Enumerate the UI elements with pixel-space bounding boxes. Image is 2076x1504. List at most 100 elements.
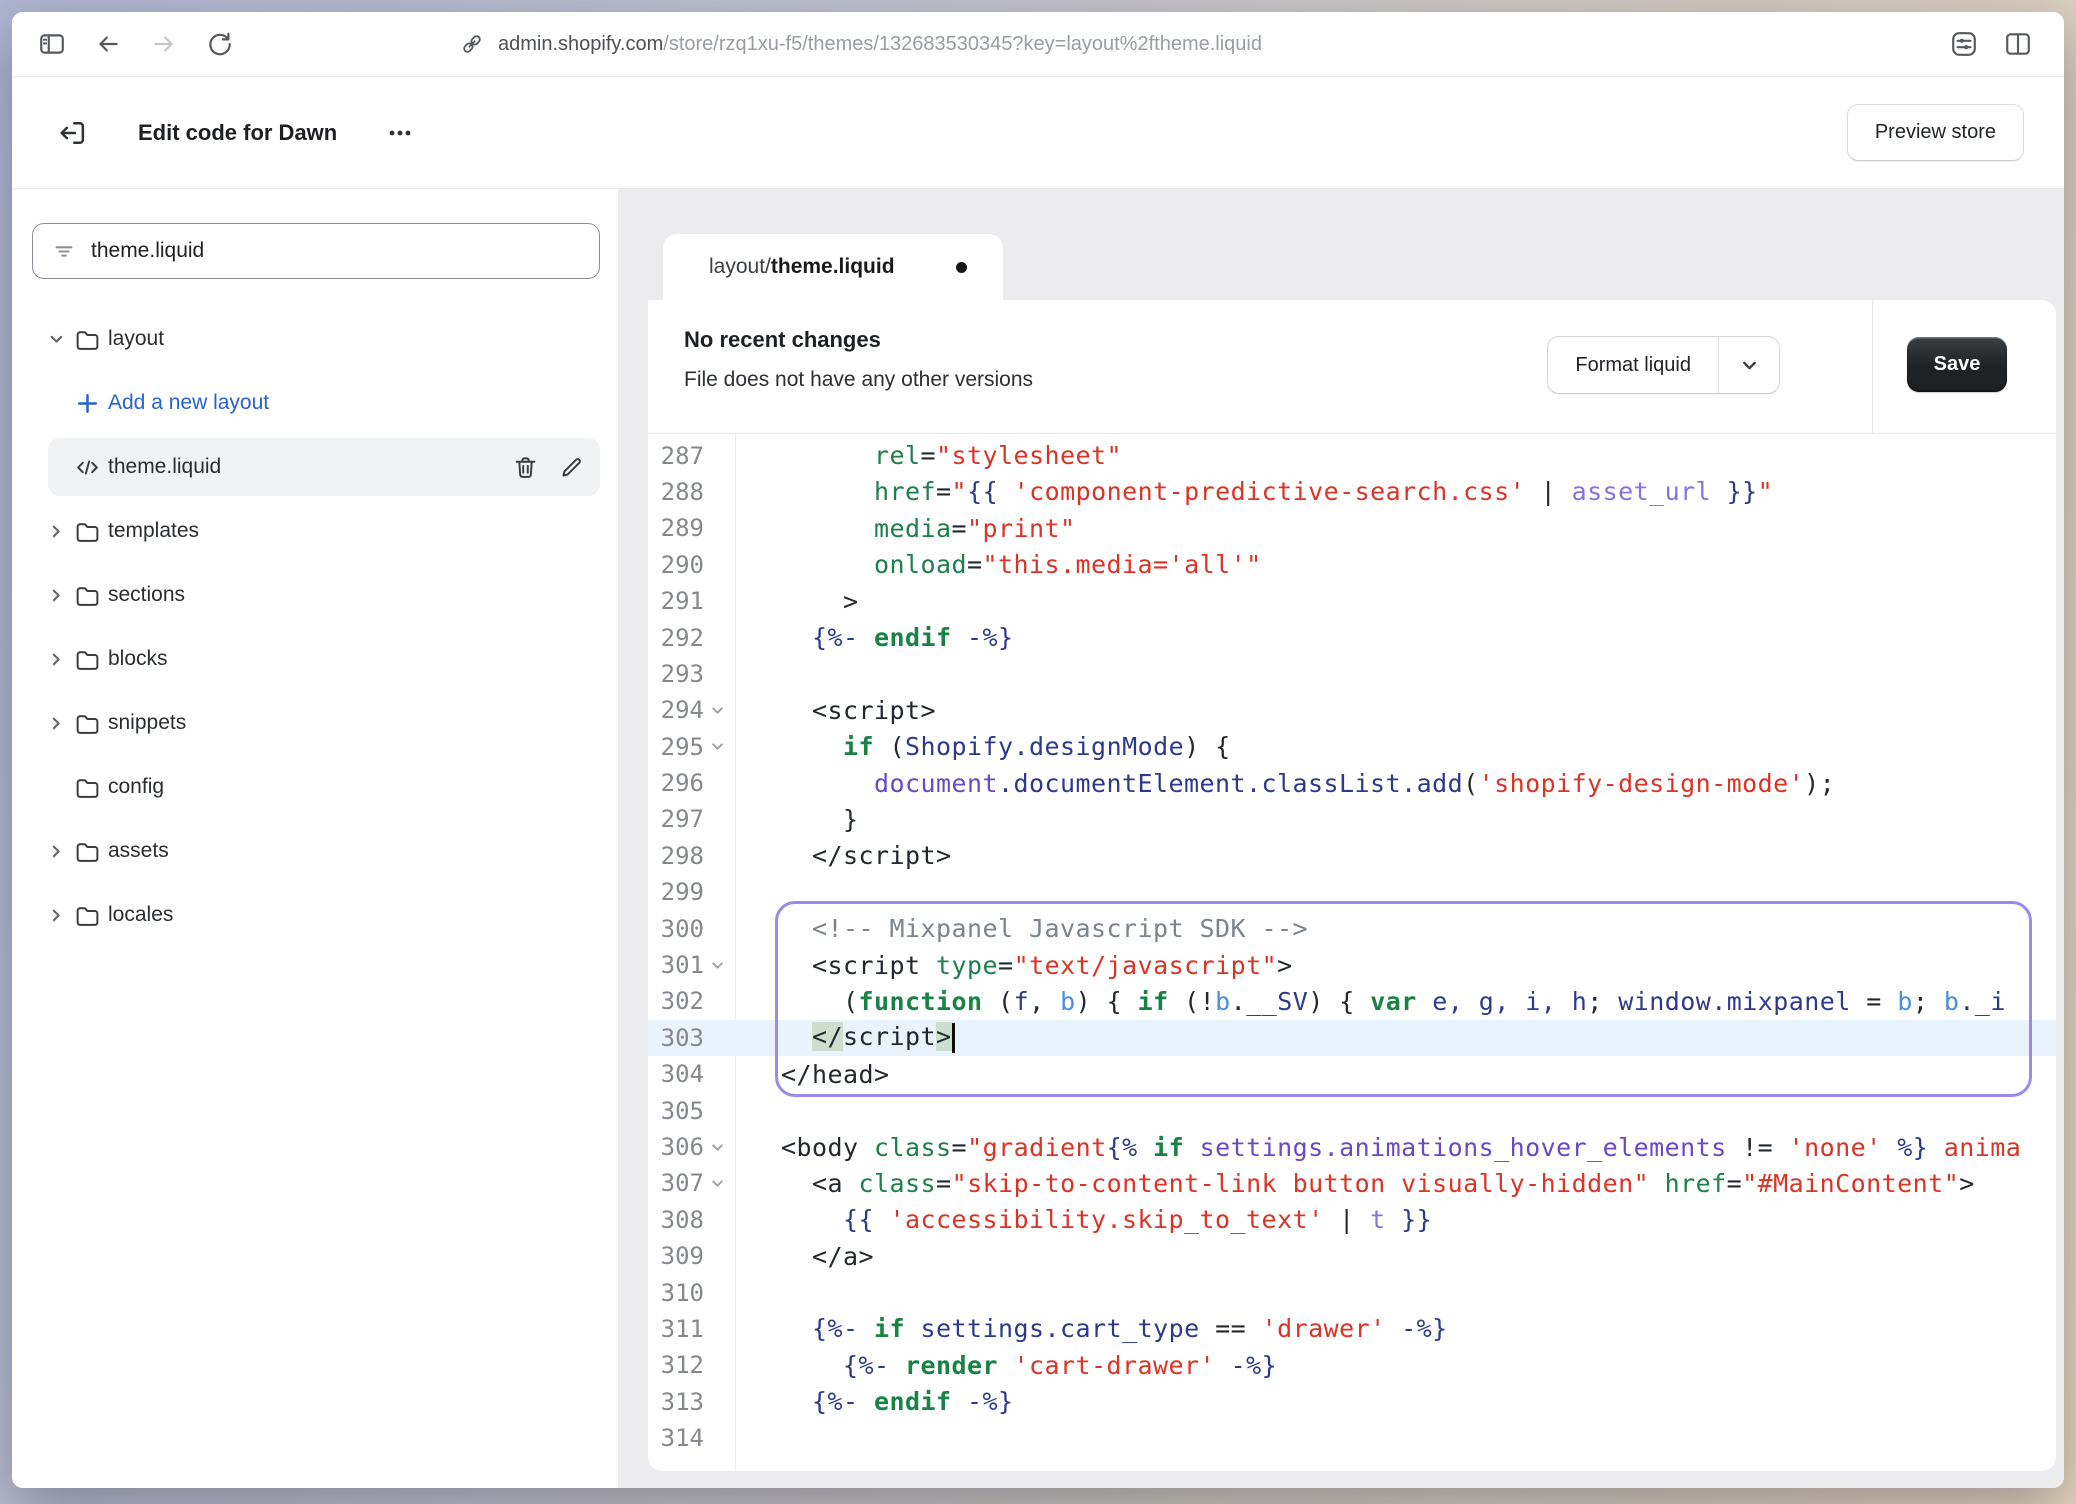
sidebar-item-assets[interactable]: assets bbox=[12, 819, 618, 883]
sidebar-item-templates[interactable]: templates bbox=[12, 499, 618, 563]
fold-slot[interactable] bbox=[704, 742, 730, 751]
file-search-input[interactable] bbox=[91, 239, 580, 263]
fold-slot[interactable] bbox=[704, 1179, 730, 1188]
fold-chevron-icon[interactable] bbox=[711, 1179, 724, 1188]
code-text[interactable]: </a> bbox=[736, 1242, 2056, 1271]
code-editor[interactable]: 286 <link287 rel="stylesheet"288 href="{… bbox=[648, 433, 2056, 1471]
code-line-291[interactable]: 291 > bbox=[648, 583, 2056, 619]
code-text[interactable]: document.documentElement.classList.add('… bbox=[736, 769, 2056, 798]
code-text[interactable]: } bbox=[736, 805, 2056, 834]
chevron-right-icon[interactable] bbox=[48, 523, 65, 540]
tree-chevron-slot[interactable] bbox=[48, 715, 74, 732]
chevron-right-icon[interactable] bbox=[48, 843, 65, 860]
sidebar-item-blocks[interactable]: blocks bbox=[12, 627, 618, 691]
code-text[interactable]: rel="stylesheet" bbox=[736, 441, 2056, 470]
code-text[interactable]: {{ 'accessibility.skip_to_text' | t }} bbox=[736, 1205, 2056, 1234]
code-line-289[interactable]: 289 media="print" bbox=[648, 510, 2056, 546]
code-text[interactable]: </script> bbox=[736, 1022, 2056, 1053]
fold-slot[interactable] bbox=[704, 961, 730, 970]
sidebar-item-add-a-new-layout[interactable]: Add a new layout bbox=[12, 371, 618, 435]
code-text[interactable]: <script> bbox=[736, 696, 2056, 725]
code-line-290[interactable]: 290 onload="this.media='all'" bbox=[648, 547, 2056, 583]
sidebar-item-theme-liquid[interactable]: theme.liquid bbox=[12, 435, 618, 499]
code-line-312[interactable]: 312 {%- render 'cart-drawer' -%} bbox=[648, 1347, 2056, 1383]
back-button-icon[interactable] bbox=[94, 30, 122, 58]
code-text[interactable]: {%- if settings.cart_type == 'drawer' -%… bbox=[736, 1314, 2056, 1343]
code-text[interactable]: <a class="skip-to-content-link button vi… bbox=[736, 1169, 2056, 1198]
fold-chevron-icon[interactable] bbox=[711, 961, 724, 970]
chevron-right-icon[interactable] bbox=[48, 651, 65, 668]
tree-chevron-slot[interactable] bbox=[48, 331, 74, 348]
forward-button-icon[interactable] bbox=[150, 30, 178, 58]
sidebar-item-locales[interactable]: locales bbox=[12, 883, 618, 947]
address-bar[interactable]: admin.shopify.com/store/rzq1xu-f5/themes… bbox=[460, 12, 1262, 76]
code-text[interactable]: {%- render 'cart-drawer' -%} bbox=[736, 1351, 2056, 1380]
sidebar-item-layout[interactable]: layout bbox=[12, 307, 618, 371]
format-options-dropdown[interactable] bbox=[1719, 337, 1779, 393]
code-line-301[interactable]: 301 <script type="text/javascript"> bbox=[648, 947, 2056, 983]
exit-code-editor-button[interactable] bbox=[54, 115, 90, 151]
code-line-310[interactable]: 310 bbox=[648, 1274, 2056, 1310]
fold-chevron-icon[interactable] bbox=[711, 706, 724, 715]
chevron-right-icon[interactable] bbox=[48, 907, 65, 924]
code-text[interactable]: media="print" bbox=[736, 514, 2056, 543]
code-line-307[interactable]: 307 <a class="skip-to-content-link butto… bbox=[648, 1165, 2056, 1201]
code-line-295[interactable]: 295 if (Shopify.designMode) { bbox=[648, 729, 2056, 765]
code-line-287[interactable]: 287 rel="stylesheet" bbox=[648, 437, 2056, 473]
reload-button-icon[interactable] bbox=[206, 30, 234, 58]
code-text[interactable]: <body class="gradient{% if settings.anim… bbox=[736, 1133, 2056, 1162]
code-line-303[interactable]: 303 </script> bbox=[648, 1020, 2056, 1056]
delete-file-button[interactable] bbox=[512, 454, 539, 481]
code-line-302[interactable]: 302 (function (f, b) { if (!b.__SV) { va… bbox=[648, 983, 2056, 1019]
page-settings-icon[interactable] bbox=[1950, 30, 1978, 58]
tree-chevron-slot[interactable] bbox=[48, 523, 74, 540]
preview-store-button[interactable]: Preview store bbox=[1847, 104, 2024, 161]
code-line-297[interactable]: 297 } bbox=[648, 801, 2056, 837]
code-line-309[interactable]: 309 </a> bbox=[648, 1238, 2056, 1274]
code-line-306[interactable]: 306 <body class="gradient{% if settings.… bbox=[648, 1129, 2056, 1165]
code-text[interactable]: href="{{ 'component-predictive-search.cs… bbox=[736, 477, 2056, 506]
save-button[interactable]: Save bbox=[1907, 337, 2007, 392]
code-text[interactable]: {%- endif -%} bbox=[736, 1387, 2056, 1416]
tree-chevron-slot[interactable] bbox=[48, 843, 74, 860]
code-text[interactable]: <link bbox=[736, 433, 2056, 434]
tree-chevron-slot[interactable] bbox=[48, 907, 74, 924]
code-line-292[interactable]: 292 {%- endif -%} bbox=[648, 619, 2056, 655]
code-line-304[interactable]: 304 </head> bbox=[648, 1056, 2056, 1092]
code-text[interactable]: <script type="text/javascript"> bbox=[736, 951, 2056, 980]
code-line-296[interactable]: 296 document.documentElement.classList.a… bbox=[648, 765, 2056, 801]
file-search-box[interactable] bbox=[32, 223, 600, 279]
code-line-294[interactable]: 294 <script> bbox=[648, 692, 2056, 728]
code-line-308[interactable]: 308 {{ 'accessibility.skip_to_text' | t … bbox=[648, 1202, 2056, 1238]
code-line-293[interactable]: 293 bbox=[648, 656, 2056, 692]
code-line-288[interactable]: 288 href="{{ 'component-predictive-searc… bbox=[648, 474, 2056, 510]
fold-slot[interactable] bbox=[704, 706, 730, 715]
fold-slot[interactable] bbox=[704, 1143, 730, 1152]
sidebar-item-snippets[interactable]: snippets bbox=[12, 691, 618, 755]
code-line-311[interactable]: 311 {%- if settings.cart_type == 'drawer… bbox=[648, 1311, 2056, 1347]
fold-chevron-icon[interactable] bbox=[711, 1143, 724, 1152]
chevron-right-icon[interactable] bbox=[48, 715, 65, 732]
code-line-314[interactable]: 314 bbox=[648, 1420, 2056, 1456]
code-text[interactable]: > bbox=[736, 587, 2056, 616]
code-line-299[interactable]: 299 bbox=[648, 874, 2056, 910]
code-text[interactable]: {%- endif -%} bbox=[736, 623, 2056, 652]
sidebar-toggle-icon[interactable] bbox=[38, 30, 66, 58]
code-text[interactable]: (function (f, b) { if (!b.__SV) { var e,… bbox=[736, 987, 2056, 1016]
tree-chevron-slot[interactable] bbox=[48, 587, 74, 604]
format-liquid-button[interactable]: Format liquid bbox=[1548, 337, 1719, 393]
rename-file-button[interactable] bbox=[558, 454, 585, 481]
code-text[interactable]: if (Shopify.designMode) { bbox=[736, 732, 2056, 761]
code-text[interactable]: </script> bbox=[736, 841, 2056, 870]
code-text[interactable]: </head> bbox=[736, 1060, 2056, 1089]
sidebar-item-sections[interactable]: sections bbox=[12, 563, 618, 627]
code-line-300[interactable]: 300 <!-- Mixpanel Javascript SDK --> bbox=[648, 910, 2056, 946]
chevron-down-icon[interactable] bbox=[48, 331, 65, 348]
fold-chevron-icon[interactable] bbox=[711, 742, 724, 751]
sidebar-item-config[interactable]: config bbox=[12, 755, 618, 819]
code-text[interactable]: onload="this.media='all'" bbox=[736, 550, 2056, 579]
tree-chevron-slot[interactable] bbox=[48, 651, 74, 668]
chevron-right-icon[interactable] bbox=[48, 587, 65, 604]
code-text[interactable]: <!-- Mixpanel Javascript SDK --> bbox=[736, 914, 2056, 943]
split-view-icon[interactable] bbox=[2004, 30, 2032, 58]
